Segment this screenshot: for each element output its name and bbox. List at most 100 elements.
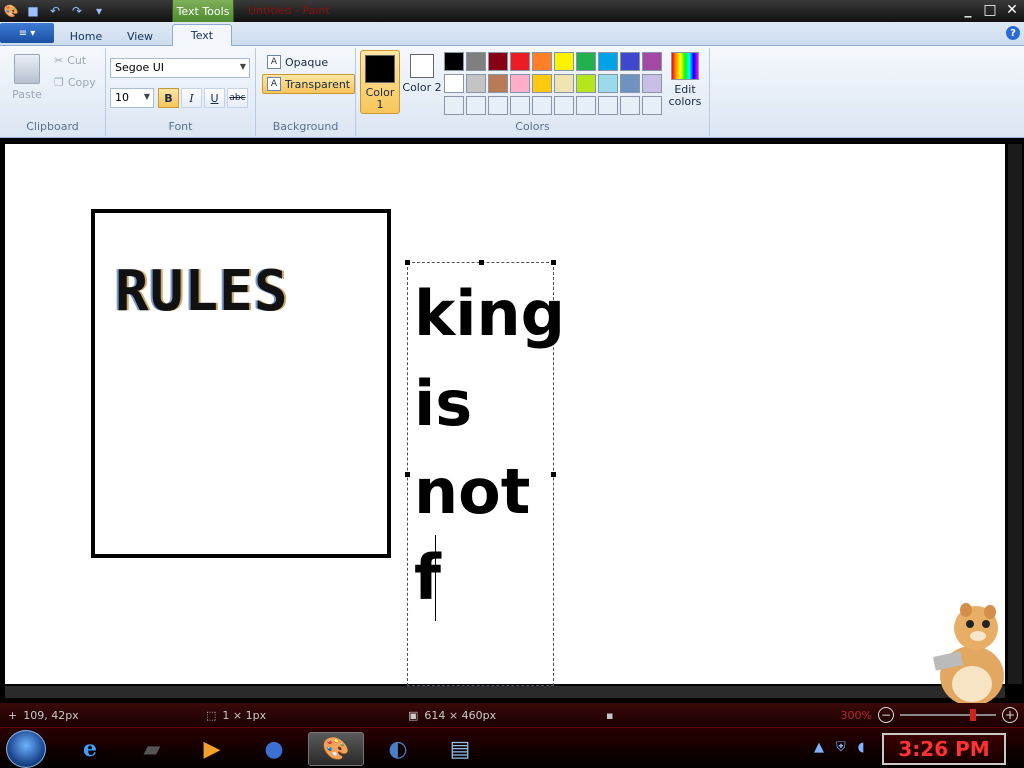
color-swatch[interactable]	[576, 74, 596, 93]
color2-swatch	[410, 54, 434, 78]
color-swatch[interactable]	[444, 74, 464, 93]
color1-button[interactable]: Color 1	[360, 50, 400, 114]
title-bar: 🎨 ■ ↶ ↷ ▾ Text Tools Untitled - Paint _ …	[0, 0, 1024, 22]
color-swatch[interactable]	[620, 74, 640, 93]
transparent-button[interactable]: A Transparent	[262, 74, 356, 94]
security-shield-icon[interactable]: ⛨	[836, 740, 846, 755]
resize-handle[interactable]	[551, 472, 556, 477]
color-swatch[interactable]	[466, 52, 486, 71]
paint-app-icon[interactable]: 🎨	[2, 2, 20, 19]
paint-taskbar-icon[interactable]: 🎨	[308, 732, 364, 766]
color-swatch[interactable]	[642, 52, 662, 71]
color-swatch[interactable]	[554, 52, 574, 71]
cut-button[interactable]: ✂ Cut	[54, 54, 86, 67]
resize-handle[interactable]	[479, 260, 484, 265]
close-button[interactable]: ✕	[1004, 1, 1020, 19]
color-swatch[interactable]	[576, 52, 596, 71]
media-center-icon[interactable]: ▰	[124, 732, 180, 766]
show-hidden-icons-icon[interactable]: ▲	[814, 740, 824, 755]
color-swatch[interactable]	[598, 52, 618, 71]
resize-handle[interactable]	[405, 472, 410, 477]
color-swatch[interactable]	[444, 96, 464, 115]
drawing-canvas[interactable]: RULES king is not f	[5, 144, 1005, 686]
copy-button[interactable]: ❐ Copy	[54, 76, 96, 89]
color-swatch[interactable]	[554, 96, 574, 115]
color-swatch[interactable]	[488, 74, 508, 93]
color-swatch[interactable]	[510, 52, 530, 71]
strikethrough-button[interactable]: abc	[227, 88, 248, 108]
minimize-button[interactable]: _	[960, 1, 976, 19]
bold-button[interactable]: B	[158, 88, 179, 108]
zoom-in-button[interactable]: +	[1002, 707, 1018, 723]
color1-swatch	[365, 55, 395, 83]
font-size-value: 10	[115, 91, 129, 104]
internet-explorer-icon[interactable]: e	[62, 732, 118, 766]
text-box[interactable]: king is not f	[405, 260, 565, 686]
color-swatch[interactable]	[532, 96, 552, 115]
color-swatch[interactable]	[598, 96, 618, 115]
tab-text[interactable]: Text	[172, 24, 232, 46]
color-spectrum-icon	[671, 52, 699, 80]
color-swatch[interactable]	[488, 52, 508, 71]
colors-group-label: Colors	[515, 120, 550, 133]
color-swatch[interactable]	[444, 52, 464, 71]
color-swatch[interactable]	[598, 74, 618, 93]
canvas-size-value: 614 × 460px	[424, 709, 497, 722]
globe-icon[interactable]: ●	[246, 732, 302, 766]
start-button[interactable]	[6, 730, 46, 768]
app-menu-button[interactable]: ≡ ▾	[0, 23, 54, 43]
maximize-button[interactable]: □	[982, 1, 998, 19]
color2-button[interactable]: Color 2	[402, 50, 442, 114]
window-title: Untitled - Paint	[248, 4, 330, 17]
undo-icon[interactable]: ↶	[46, 2, 64, 19]
cursor-position: + 109, 42px	[8, 709, 79, 722]
color-swatch[interactable]	[510, 74, 530, 93]
color-swatch[interactable]	[642, 96, 662, 115]
color-swatch[interactable]	[620, 96, 640, 115]
color-swatch[interactable]	[532, 52, 552, 71]
redo-icon[interactable]: ↷	[68, 2, 86, 19]
taskbar-clock[interactable]: 3:26 PM	[882, 733, 1006, 765]
color-swatch[interactable]	[620, 52, 640, 71]
system-tray: ▲ ⛨ ◖	[814, 740, 865, 755]
horizontal-scrollbar[interactable]	[5, 686, 1005, 698]
zoom-slider[interactable]	[900, 709, 996, 721]
customize-dropdown-icon[interactable]: ▾	[90, 2, 108, 19]
font-size-select[interactable]: 10 ▼	[110, 88, 154, 108]
resize-handle[interactable]	[551, 260, 556, 265]
font-group-label: Font	[168, 120, 193, 133]
font-family-select[interactable]: Segoe UI ▼	[110, 58, 250, 78]
color-swatch[interactable]	[554, 74, 574, 93]
clipboard-icon	[14, 54, 40, 84]
help-icon[interactable]: ?	[1006, 26, 1020, 40]
color-swatch[interactable]	[466, 96, 486, 115]
zoom-out-button[interactable]: −	[878, 707, 894, 723]
opaque-button[interactable]: A Opaque	[262, 52, 333, 72]
paste-button[interactable]: Paste	[8, 52, 46, 108]
color-swatch[interactable]	[532, 74, 552, 93]
cut-label: Cut	[67, 54, 87, 67]
italic-button[interactable]: I	[181, 88, 202, 108]
ribbon-tabs: ≡ ▾ Home View Text ?	[0, 22, 1024, 46]
disk-icon: ▪	[606, 709, 614, 722]
underline-button[interactable]: U	[204, 88, 225, 108]
resize-handle[interactable]	[405, 260, 410, 265]
network-icon[interactable]: ◐	[370, 732, 426, 766]
zoom-slider-thumb[interactable]	[970, 709, 976, 721]
media-player-icon[interactable]: ▶	[184, 732, 240, 766]
text-line: f	[414, 541, 441, 614]
save-icon[interactable]: ■	[24, 2, 42, 19]
edit-colors-button[interactable]: Edit colors	[666, 52, 704, 108]
color-swatch[interactable]	[642, 74, 662, 93]
color-swatch[interactable]	[466, 74, 486, 93]
tab-view[interactable]: View	[116, 26, 164, 46]
notepad-icon[interactable]: ▤	[432, 732, 488, 766]
color-swatch[interactable]	[576, 96, 596, 115]
volume-icon[interactable]: ◖	[858, 740, 865, 755]
text-caret	[435, 535, 436, 621]
clipboard-group: Paste ✂ Cut ❐ Copy Clipboard	[0, 48, 106, 136]
color-swatch[interactable]	[488, 96, 508, 115]
tab-home[interactable]: Home	[62, 26, 110, 46]
color-swatch[interactable]	[510, 96, 530, 115]
scissors-icon: ✂	[54, 54, 64, 67]
